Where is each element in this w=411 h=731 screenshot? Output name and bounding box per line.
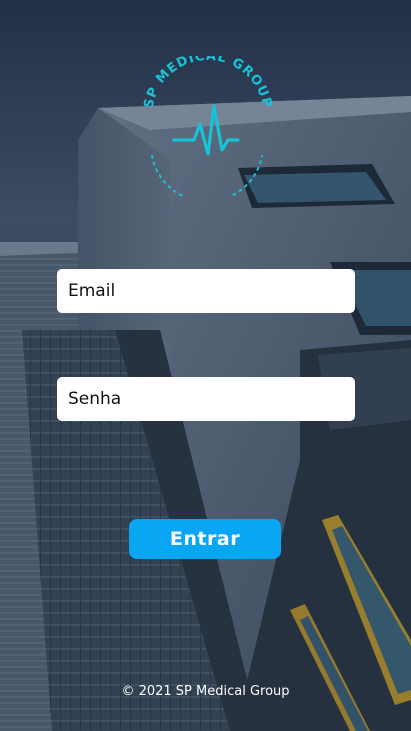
sp-medical-group-logo: SP MEDICAL GROUP	[141, 56, 274, 196]
login-button[interactable]: Entrar	[129, 519, 281, 559]
svg-text:SP MEDICAL GROUP: SP MEDICAL GROUP	[141, 56, 274, 110]
heartbeat-icon	[172, 104, 240, 156]
email-field[interactable]	[57, 269, 355, 313]
login-screen: SP MEDICAL GROUP Entrar © 2021 SP Medica…	[0, 0, 411, 731]
password-field[interactable]	[57, 377, 355, 421]
brand-name-text: SP MEDICAL GROUP	[141, 56, 273, 110]
copyright-footer: © 2021 SP Medical Group	[121, 684, 290, 699]
